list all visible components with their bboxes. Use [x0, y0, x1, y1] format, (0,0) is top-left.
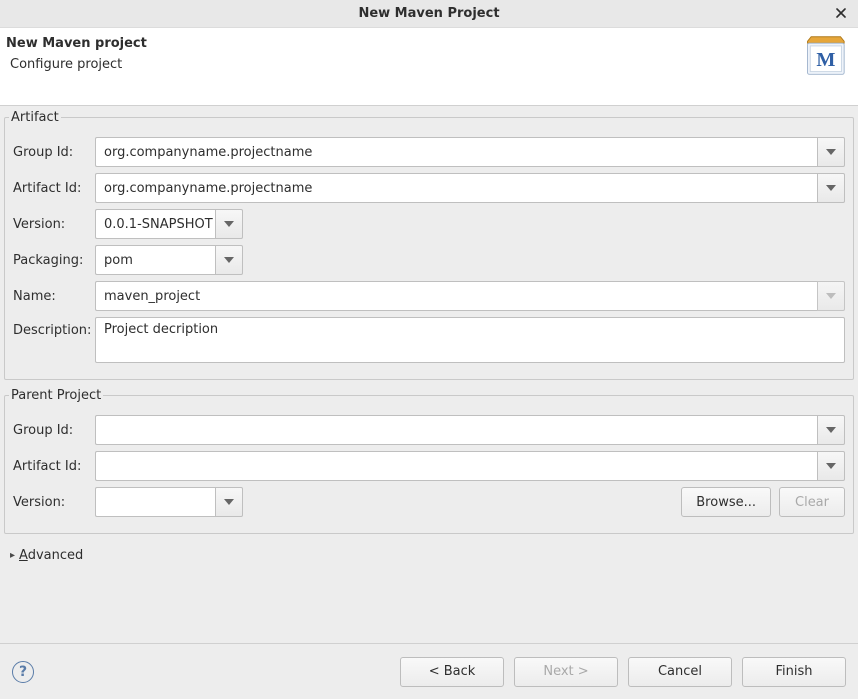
artifact-group: Artifact Group Id: org.companyname.proje… [4, 110, 854, 380]
artifact-id-combo[interactable]: org.companyname.projectname [95, 173, 845, 203]
artifact-legend: Artifact [9, 110, 61, 125]
banner-heading: New Maven project [6, 36, 802, 51]
parent-artifact-id-combo[interactable] [95, 451, 845, 481]
version-input[interactable]: 0.0.1-SNAPSHOT [95, 209, 215, 239]
cancel-button[interactable]: Cancel [628, 657, 732, 687]
close-button[interactable] [832, 4, 850, 22]
help-button[interactable]: ? [12, 661, 34, 683]
wizard-banner: New Maven project Configure project M [0, 28, 858, 106]
packaging-dropdown-button[interactable] [215, 245, 243, 275]
description-label: Description: [13, 317, 95, 338]
content-area: Artifact Group Id: org.companyname.proje… [0, 106, 858, 563]
chevron-down-icon [224, 257, 234, 263]
chevron-down-icon [826, 427, 836, 433]
parent-artifact-id-dropdown-button[interactable] [817, 451, 845, 481]
packaging-combo[interactable]: pom [95, 245, 243, 275]
parent-version-combo[interactable] [95, 487, 243, 517]
parent-group-id-combo[interactable] [95, 415, 845, 445]
finish-button[interactable]: Finish [742, 657, 846, 687]
title-bar: New Maven Project [0, 0, 858, 28]
parent-group-id-label: Group Id: [13, 423, 95, 438]
parent-group-id-input[interactable] [95, 415, 817, 445]
chevron-down-icon [826, 293, 836, 299]
name-input[interactable]: maven_project [95, 281, 817, 311]
artifact-id-dropdown-button[interactable] [817, 173, 845, 203]
parent-version-dropdown-button[interactable] [215, 487, 243, 517]
parent-group-id-dropdown-button[interactable] [817, 415, 845, 445]
name-combo[interactable]: maven_project [95, 281, 845, 311]
parent-project-legend: Parent Project [9, 388, 103, 403]
expand-icon: ▸ [10, 550, 15, 561]
parent-version-label: Version: [13, 495, 95, 510]
wizard-footer: ? < Back Next > Cancel Finish [0, 643, 858, 699]
next-button: Next > [514, 657, 618, 687]
chevron-down-icon [224, 221, 234, 227]
group-id-dropdown-button[interactable] [817, 137, 845, 167]
artifact-id-input[interactable]: org.companyname.projectname [95, 173, 817, 203]
maven-icon: M [802, 34, 846, 78]
artifact-id-label: Artifact Id: [13, 181, 95, 196]
parent-version-input[interactable] [95, 487, 215, 517]
chevron-down-icon [826, 149, 836, 155]
parent-artifact-id-label: Artifact Id: [13, 459, 95, 474]
version-combo[interactable]: 0.0.1-SNAPSHOT [95, 209, 243, 239]
name-dropdown-button [817, 281, 845, 311]
packaging-label: Packaging: [13, 253, 95, 268]
packaging-input[interactable]: pom [95, 245, 215, 275]
help-icon: ? [19, 664, 27, 680]
svg-text:M: M [816, 49, 835, 71]
back-button[interactable]: < Back [400, 657, 504, 687]
name-label: Name: [13, 289, 95, 304]
group-id-label: Group Id: [13, 145, 95, 160]
clear-button: Clear [779, 487, 845, 517]
chevron-down-icon [826, 185, 836, 191]
group-id-input[interactable]: org.companyname.projectname [95, 137, 817, 167]
advanced-toggle[interactable]: ▸ Advanced [4, 542, 854, 563]
description-input[interactable]: Project decription [95, 317, 845, 363]
browse-button[interactable]: Browse... [681, 487, 771, 517]
chevron-down-icon [224, 499, 234, 505]
close-icon [836, 8, 846, 18]
version-dropdown-button[interactable] [215, 209, 243, 239]
chevron-down-icon [826, 463, 836, 469]
advanced-label: Advanced [19, 548, 83, 563]
group-id-combo[interactable]: org.companyname.projectname [95, 137, 845, 167]
banner-subheading: Configure project [10, 57, 802, 72]
version-label: Version: [13, 217, 95, 232]
parent-artifact-id-input[interactable] [95, 451, 817, 481]
window-title: New Maven Project [358, 6, 499, 21]
parent-project-group: Parent Project Group Id: Artifact Id: Ve… [4, 388, 854, 534]
